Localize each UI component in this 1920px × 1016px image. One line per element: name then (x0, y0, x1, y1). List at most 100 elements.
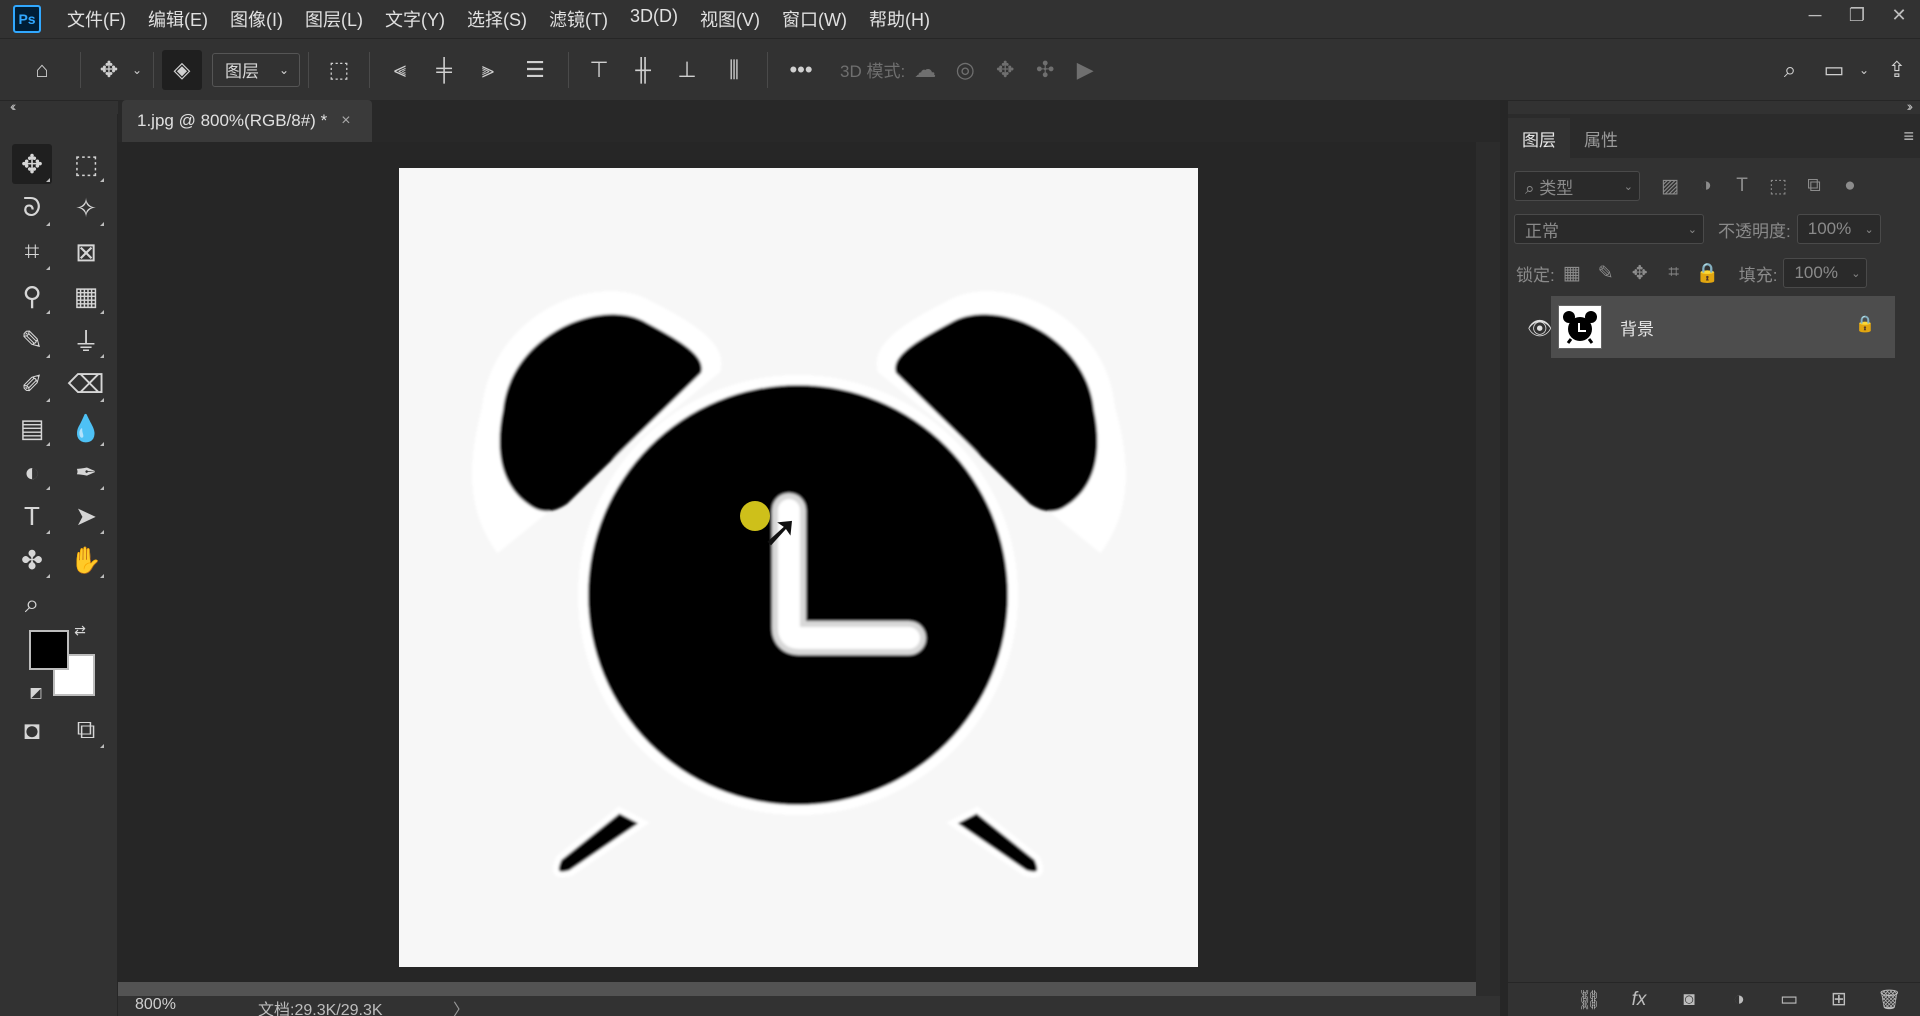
3d-slide-icon[interactable]: ✣ (1025, 57, 1065, 83)
type-tool-icon[interactable]: T (12, 496, 52, 536)
path-selection-icon[interactable]: ➤ (66, 496, 106, 536)
dodge-icon[interactable]: ◐ (12, 452, 52, 492)
panel-menu-icon[interactable]: ≡ (1903, 126, 1914, 147)
align-right-icon[interactable]: ⫸ (466, 50, 510, 90)
adjustment-layer-icon[interactable]: ◑ (1714, 989, 1764, 1011)
lock-artboard-icon[interactable]: ⌗ (1657, 262, 1691, 284)
clone-stamp-icon[interactable]: ⏚ (66, 320, 106, 360)
delete-layer-icon[interactable]: 🗑 (1864, 988, 1914, 1012)
align-center-icon[interactable]: ╪ (422, 50, 466, 90)
filter-shape-icon[interactable]: ⬚ (1760, 175, 1796, 198)
custom-shape-icon[interactable]: ✤ (12, 540, 52, 580)
add-mask-icon[interactable]: ◙ (1664, 989, 1714, 1011)
3d-orbit-icon[interactable]: ☁ (905, 57, 945, 83)
chevron-down-icon[interactable]: ⌄ (1854, 50, 1874, 90)
share-icon[interactable]: ⇪ (1874, 50, 1920, 90)
status-menu-arrow[interactable]: 〉 (453, 996, 469, 1016)
menu-window[interactable]: 窗口(W) (782, 6, 847, 32)
gradient-icon[interactable]: ▤ (12, 408, 52, 448)
menu-3d[interactable]: 3D(D) (630, 6, 678, 32)
foreground-color-swatch[interactable] (29, 630, 69, 670)
pen-icon[interactable]: ✒ (66, 452, 106, 492)
layer-style-fx-icon[interactable]: fx (1614, 989, 1664, 1011)
panel-divider[interactable] (1500, 100, 1508, 1016)
lock-image-icon[interactable]: ✎ (1589, 262, 1623, 285)
menu-filter[interactable]: 滤镜(T) (549, 6, 608, 32)
image-canvas[interactable] (399, 168, 1198, 967)
menu-view[interactable]: 视图(V) (700, 6, 760, 32)
lasso-icon[interactable]: ᘐ (12, 188, 52, 228)
opacity-input[interactable]: 100% ⌄ (1796, 214, 1881, 244)
filter-pixel-icon[interactable]: ▨ (1652, 175, 1688, 198)
zoom-icon[interactable]: ⌕ (12, 584, 52, 624)
menu-layer[interactable]: 图层(L) (305, 6, 363, 32)
collapse-toolbox-icon[interactable]: ‹‹ (10, 98, 17, 114)
close-tab-icon[interactable]: × (341, 112, 350, 130)
align-middle-icon[interactable]: ╫ (621, 50, 665, 90)
auto-select-layers-icon[interactable]: ◈ (162, 49, 202, 90)
vertical-scrollbar[interactable] (1476, 142, 1500, 996)
layer-row[interactable]: 👁 背景 🔒 (1509, 296, 1895, 358)
screen-mode-icon[interactable]: ⧉ (66, 710, 106, 750)
zoom-level[interactable]: 800% (135, 996, 176, 1014)
healing-brush-icon[interactable]: ▦ (66, 276, 106, 316)
minimize-icon[interactable]: ─ (1794, 0, 1836, 30)
lock-position-icon[interactable]: ✥ (1623, 262, 1657, 285)
quick-mask-icon[interactable]: ◘ (12, 710, 52, 750)
menu-image[interactable]: 图像(I) (230, 6, 283, 32)
blur-icon[interactable]: 💧 (66, 408, 106, 448)
filter-type-icon[interactable]: T (1724, 175, 1760, 197)
transform-controls-icon[interactable]: ⬚ (317, 50, 361, 90)
auto-select-target-dropdown[interactable]: 图层 ⌄ (212, 52, 300, 87)
more-options-icon[interactable]: ••• (776, 50, 826, 90)
distribute-horizontal-icon[interactable]: ☰ (510, 50, 560, 90)
menu-select[interactable]: 选择(S) (467, 6, 527, 32)
menu-file[interactable]: 文件(F) (67, 6, 126, 32)
filter-kind-dropdown[interactable]: ⌕ 类型 ⌄ (1514, 171, 1640, 201)
tab-layers[interactable]: 图层 (1508, 118, 1570, 158)
menu-type[interactable]: 文字(Y) (385, 6, 445, 32)
layer-lock-icon[interactable]: 🔒 (1855, 314, 1875, 334)
close-window-icon[interactable]: ✕ (1878, 0, 1920, 30)
distribute-vertical-icon[interactable]: ⫼ (709, 50, 759, 90)
restore-icon[interactable]: ❐ (1836, 0, 1878, 30)
align-top-icon[interactable]: ⊤ (577, 50, 621, 90)
brush-icon[interactable]: ✎ (12, 320, 52, 360)
link-layers-icon[interactable]: ⛓ (1564, 988, 1614, 1012)
visibility-eye-icon[interactable]: 👁 (1527, 316, 1552, 341)
align-left-icon[interactable]: ⫷ (378, 50, 422, 90)
fill-input[interactable]: 100% ⌄ (1783, 258, 1868, 288)
filter-smart-object-icon[interactable]: ⧉ (1796, 175, 1832, 197)
align-bottom-icon[interactable]: ⊥ (665, 50, 709, 90)
blend-mode-dropdown[interactable]: 正常 ⌄ (1514, 214, 1704, 244)
menu-edit[interactable]: 编辑(E) (148, 6, 208, 32)
history-brush-icon[interactable]: ✐ (12, 364, 52, 404)
3d-pan-icon[interactable]: ✥ (985, 57, 1025, 83)
workspace-icon[interactable]: ▭ (1814, 50, 1854, 90)
home-icon[interactable]: ⌂ (12, 50, 72, 90)
tab-properties[interactable]: 属性 (1570, 118, 1632, 158)
swap-colors-icon[interactable]: ⇄ (70, 620, 90, 640)
frame-icon[interactable]: ⊠ (66, 232, 106, 272)
new-layer-icon[interactable]: ⊞ (1814, 988, 1864, 1011)
filter-adjustment-icon[interactable]: ◑ (1688, 175, 1724, 197)
magic-wand-icon[interactable]: ✧ (66, 188, 106, 228)
hand-icon[interactable]: ✋ (66, 540, 106, 580)
filter-toggle-icon[interactable]: ● (1832, 175, 1868, 197)
chevron-down-icon[interactable]: ⌄ (129, 50, 145, 90)
collapse-panels-icon[interactable]: ›› (1907, 98, 1914, 114)
search-icon[interactable]: ⌕ (1766, 50, 1814, 90)
default-colors-icon[interactable]: ◩ (26, 682, 46, 702)
eraser-icon[interactable]: ⌫ (66, 364, 106, 404)
lock-all-icon[interactable]: 🔒 (1691, 261, 1725, 285)
move-tool-icon[interactable]: ✥ (12, 144, 52, 184)
lock-transparent-icon[interactable]: ▦ (1555, 262, 1589, 285)
menu-help[interactable]: 帮助(H) (869, 6, 930, 32)
document-tab[interactable]: 1.jpg @ 800%(RGB/8#) * × (122, 100, 372, 142)
canvas-area[interactable]: ➚ (118, 142, 1476, 982)
3d-scale-icon[interactable]: ▶ (1065, 57, 1105, 83)
eyedropper-icon[interactable]: ⚲ (12, 276, 52, 316)
3d-roll-icon[interactable]: ◎ (945, 57, 985, 83)
layer-item-background[interactable]: 背景 🔒 (1551, 296, 1895, 358)
new-group-icon[interactable]: ▭ (1764, 988, 1814, 1011)
